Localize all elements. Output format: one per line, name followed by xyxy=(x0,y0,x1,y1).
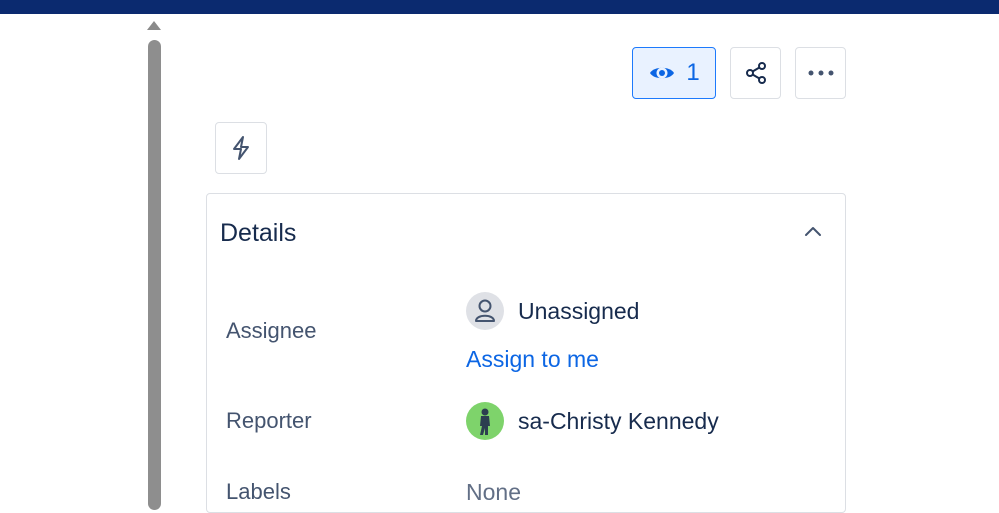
details-heading: Details xyxy=(220,219,297,247)
person-icon xyxy=(475,299,495,322)
automation-button[interactable] xyxy=(215,122,267,174)
user-photo-icon xyxy=(480,408,490,435)
unassigned-avatar xyxy=(466,292,504,330)
share-button[interactable] xyxy=(730,47,781,99)
reporter-label: Reporter xyxy=(226,408,312,433)
lightning-bolt-icon xyxy=(233,136,249,160)
assignee-value[interactable]: Unassigned xyxy=(518,298,639,325)
labels-value[interactable]: None xyxy=(466,479,521,506)
assignee-label: Assignee xyxy=(226,318,317,343)
reporter-value[interactable]: sa-Christy Kennedy xyxy=(518,408,719,435)
eye-icon xyxy=(650,67,675,79)
scrollbar-thumb[interactable] xyxy=(148,40,161,510)
watch-button[interactable]: 1 xyxy=(632,47,716,99)
top-navigation-bar xyxy=(0,0,999,14)
more-horizontal-icon xyxy=(808,70,833,76)
labels-label: Labels xyxy=(226,479,291,504)
reporter-avatar xyxy=(466,402,504,440)
scroll-up-arrow[interactable] xyxy=(147,21,161,30)
chevron-up-icon[interactable] xyxy=(802,221,824,243)
watcher-count: 1 xyxy=(686,59,700,86)
details-panel: Details Assignee Unassigned Assign to me… xyxy=(206,193,846,513)
assign-to-me-link[interactable]: Assign to me xyxy=(466,346,599,373)
share-icon xyxy=(745,62,766,84)
more-actions-button[interactable] xyxy=(795,47,846,99)
